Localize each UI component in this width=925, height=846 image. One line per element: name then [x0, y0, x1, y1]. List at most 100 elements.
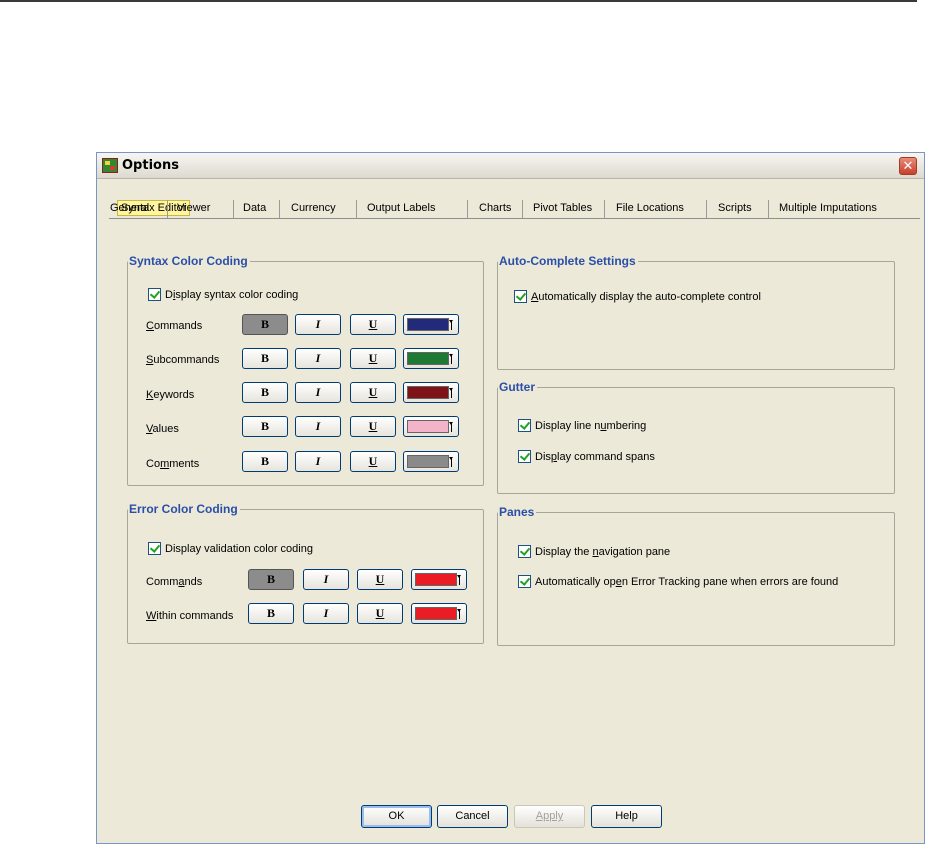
- navigation-pane-label: Display the navigation pane: [535, 545, 671, 558]
- options-dialog: Options ✕ Syntax Editor General Viewer D…: [96, 152, 925, 844]
- keywords-underline-button[interactable]: U: [350, 382, 396, 403]
- subcommands-color-picker[interactable]: [403, 348, 459, 369]
- values-bold-button[interactable]: B: [242, 416, 288, 437]
- checkbox-checked-icon[interactable]: [518, 419, 531, 432]
- error-commands-italic-button[interactable]: I: [303, 569, 349, 590]
- comments-italic-button[interactable]: I: [295, 451, 341, 472]
- auto-complete-title: Auto-Complete Settings: [498, 254, 638, 268]
- command-spans-checkbox[interactable]: Display command spans: [518, 450, 655, 463]
- error-commands-underline-button[interactable]: U: [357, 569, 403, 590]
- tab-data[interactable]: Data: [243, 202, 266, 214]
- tab-separator: [522, 200, 523, 218]
- values-label: Values: [146, 423, 179, 435]
- within-commands-color-picker[interactable]: [411, 603, 467, 624]
- apply-button[interactable]: Apply: [514, 805, 585, 828]
- keywords-bold-button[interactable]: B: [242, 382, 288, 403]
- checkbox-checked-icon[interactable]: [518, 545, 531, 558]
- display-validation-color-label: Display validation color coding: [165, 542, 313, 555]
- subcommands-bold-button[interactable]: B: [242, 348, 288, 369]
- color-swatch: [407, 420, 449, 433]
- help-button[interactable]: Help: [591, 805, 662, 828]
- dropdown-arrow-icon: [449, 422, 453, 432]
- dropdown-arrow-icon: [457, 575, 461, 585]
- error-color-coding-title: Error Color Coding: [128, 502, 240, 516]
- comments-label: Comments: [146, 458, 200, 470]
- cancel-button[interactable]: Cancel: [437, 805, 508, 828]
- within-commands-underline-button[interactable]: U: [357, 603, 403, 624]
- subcommands-italic-button[interactable]: I: [295, 348, 341, 369]
- auto-complete-label: Automatically display the auto-complete …: [531, 290, 761, 303]
- tab-viewer[interactable]: Viewer: [177, 202, 210, 214]
- tab-multiple-imputations[interactable]: Multiple Imputations: [779, 202, 877, 214]
- dropdown-arrow-icon: [449, 457, 453, 467]
- error-commands-color-picker[interactable]: [411, 569, 467, 590]
- display-validation-color-checkbox[interactable]: Display validation color coding: [148, 542, 313, 555]
- keywords-label: Keywords: [146, 389, 195, 401]
- checkbox-checked-icon[interactable]: [148, 288, 161, 301]
- checkbox-checked-icon[interactable]: [518, 450, 531, 463]
- commands-color-picker[interactable]: [403, 314, 459, 335]
- tab-scripts[interactable]: Scripts: [718, 202, 752, 214]
- within-commands-italic-button[interactable]: I: [303, 603, 349, 624]
- color-swatch: [407, 352, 449, 365]
- commands-underline-button[interactable]: U: [350, 314, 396, 335]
- values-underline-button[interactable]: U: [350, 416, 396, 437]
- color-swatch: [407, 386, 449, 399]
- subcommands-underline-button[interactable]: U: [350, 348, 396, 369]
- checkbox-checked-icon[interactable]: [518, 575, 531, 588]
- tab-separator: [604, 200, 605, 218]
- command-spans-label: Display command spans: [535, 450, 655, 463]
- dropdown-arrow-icon: [457, 609, 461, 619]
- tab-separator: [233, 200, 234, 218]
- tab-bar: General Viewer Data Currency Output Labe…: [109, 199, 920, 219]
- title-bar[interactable]: Options ✕: [97, 153, 924, 179]
- checkbox-checked-icon[interactable]: [148, 542, 161, 555]
- error-commands-label: Commands: [146, 576, 203, 588]
- panes-title: Panes: [498, 505, 537, 519]
- close-button[interactable]: ✕: [899, 157, 917, 175]
- comments-underline-button[interactable]: U: [350, 451, 396, 472]
- tab-output-labels[interactable]: Output Labels: [367, 202, 436, 214]
- within-commands-bold-button[interactable]: B: [248, 603, 294, 624]
- error-tracking-label: Automatically open Error Tracking pane w…: [535, 575, 839, 588]
- commands-bold-button[interactable]: B: [242, 314, 288, 335]
- subcommands-label: Subcommands: [146, 354, 220, 366]
- tab-separator: [706, 200, 707, 218]
- checkbox-checked-icon[interactable]: [514, 290, 527, 303]
- keywords-italic-button[interactable]: I: [295, 382, 341, 403]
- tab-charts[interactable]: Charts: [479, 202, 511, 214]
- values-italic-button[interactable]: I: [295, 416, 341, 437]
- ok-button[interactable]: OK: [361, 805, 432, 828]
- error-color-coding-group: Error Color Coding Display validation co…: [127, 502, 484, 644]
- color-swatch: [407, 318, 449, 331]
- line-numbering-checkbox[interactable]: Display line numbering: [518, 419, 646, 432]
- dropdown-arrow-icon: [449, 320, 453, 330]
- window-title: Options: [122, 158, 179, 173]
- keywords-color-picker[interactable]: [403, 382, 459, 403]
- tab-separator: [279, 200, 280, 218]
- tab-separator: [356, 200, 357, 218]
- gutter-title: Gutter: [498, 380, 537, 394]
- auto-complete-checkbox[interactable]: Automatically display the auto-complete …: [514, 290, 761, 303]
- error-tracking-checkbox[interactable]: Automatically open Error Tracking pane w…: [518, 575, 838, 588]
- commands-italic-button[interactable]: I: [295, 314, 341, 335]
- error-commands-bold-button[interactable]: B: [248, 569, 294, 590]
- line-numbering-label: Display line numbering: [535, 419, 647, 432]
- navigation-pane-checkbox[interactable]: Display the navigation pane: [518, 545, 670, 558]
- within-commands-label: Within commands: [146, 610, 234, 622]
- gutter-group: Gutter Display line numbering Display co…: [497, 380, 895, 494]
- auto-complete-group: Auto-Complete Settings Automatically dis…: [497, 254, 895, 370]
- values-color-picker[interactable]: [403, 416, 459, 437]
- display-syntax-color-checkbox[interactable]: Display syntax color coding: [148, 288, 298, 301]
- color-swatch: [407, 455, 449, 468]
- tab-general[interactable]: General: [110, 202, 149, 214]
- syntax-color-coding-group: Syntax Color Coding Display syntax color…: [127, 254, 484, 486]
- comments-bold-button[interactable]: B: [242, 451, 288, 472]
- tab-pivot-tables[interactable]: Pivot Tables: [533, 202, 592, 214]
- comments-color-picker[interactable]: [403, 451, 459, 472]
- panes-group: Panes Display the navigation pane Automa…: [497, 505, 895, 646]
- tab-currency[interactable]: Currency: [291, 202, 336, 214]
- tab-file-locations[interactable]: File Locations: [616, 202, 684, 214]
- dropdown-arrow-icon: [449, 388, 453, 398]
- commands-label: Commands: [146, 320, 203, 332]
